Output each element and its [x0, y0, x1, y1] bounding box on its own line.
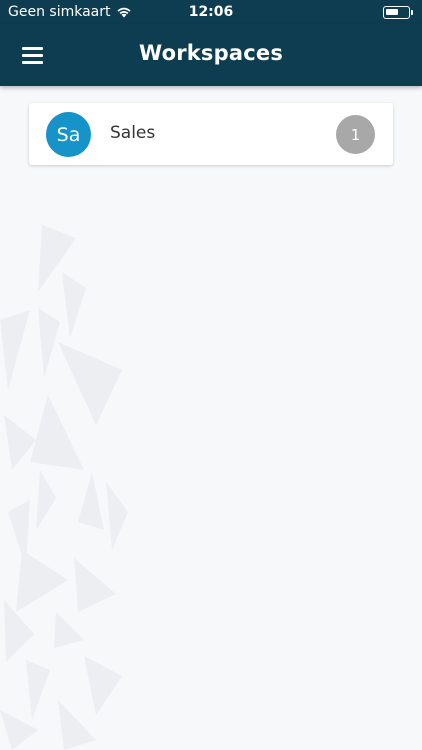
workspace-avatar: Sa [46, 112, 91, 157]
page-title: Workspaces [138, 41, 284, 65]
workspace-count-badge: 1 [336, 115, 375, 154]
background-pattern [0, 225, 128, 750]
status-time: 12:06 [188, 4, 234, 20]
battery-icon [383, 6, 413, 19]
app-bar: Workspaces [0, 24, 422, 86]
status-bar: Geen simkaart 12:06 [0, 0, 422, 24]
workspace-name: Sales [110, 123, 156, 143]
workspace-list-item-sales[interactable]: Sa Sales 1 [29, 103, 393, 165]
